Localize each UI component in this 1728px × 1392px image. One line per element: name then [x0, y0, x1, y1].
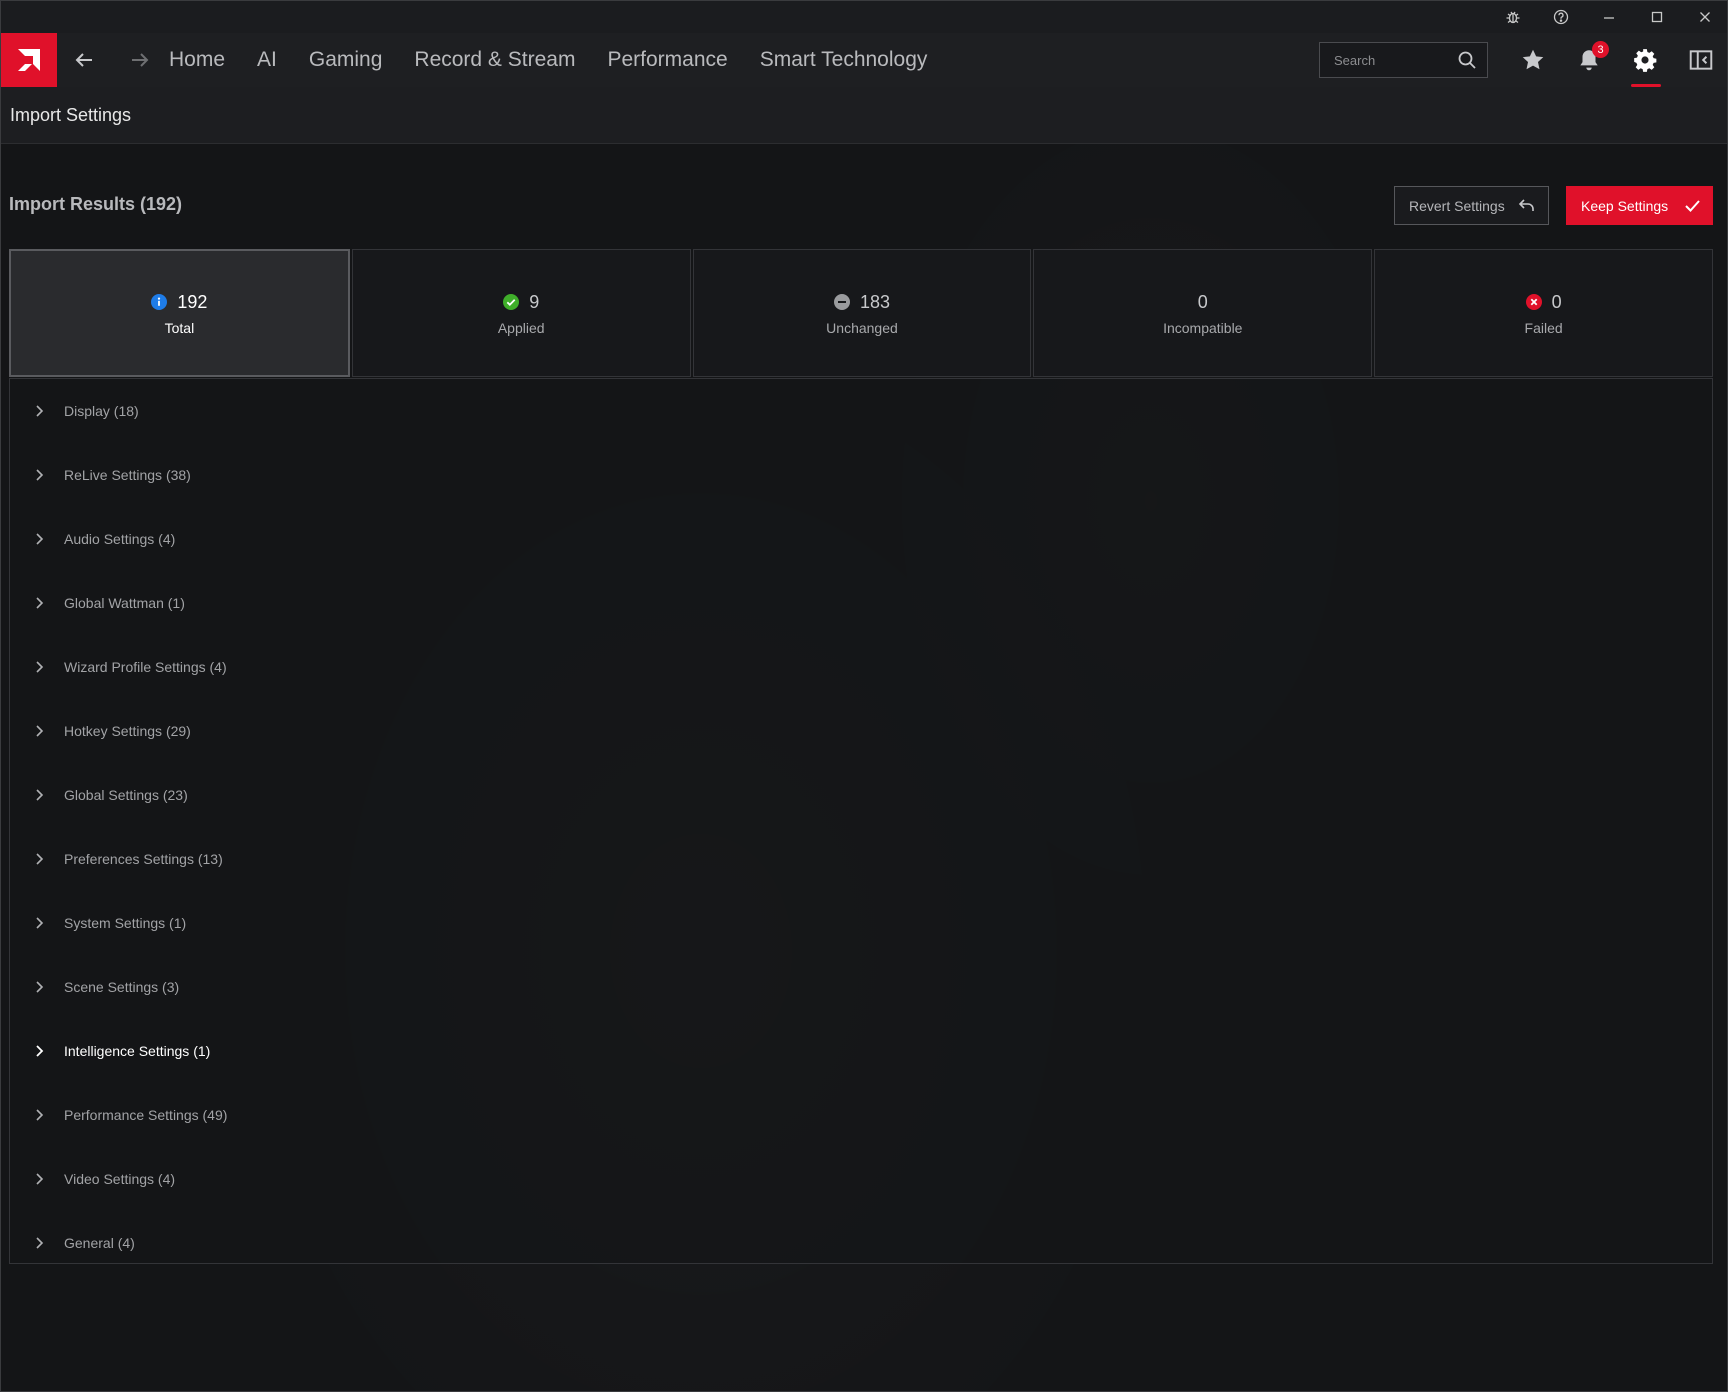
category-hotkey-settings[interactable]: Hotkey Settings (29): [10, 699, 1712, 763]
chevron-right-icon: [36, 1173, 44, 1185]
chevron-right-icon: [36, 725, 44, 737]
nav-record-stream[interactable]: Record & Stream: [414, 48, 575, 72]
category-label: Preferences Settings (13): [64, 851, 223, 867]
app-window: Home AI Gaming Record & Stream Performan…: [0, 0, 1728, 1392]
stat-label: Failed: [1524, 320, 1563, 336]
chevron-right-icon: [36, 1109, 44, 1121]
minus-circle-icon: [833, 294, 850, 310]
settings-gear-icon[interactable]: [1618, 33, 1672, 87]
close-icon[interactable]: [1681, 1, 1727, 33]
stat-applied-tile[interactable]: 9 Applied: [351, 249, 691, 377]
nav-home[interactable]: Home: [169, 48, 225, 72]
stat-value: 183: [859, 291, 891, 312]
info-icon: [151, 294, 168, 310]
category-label: General (4): [64, 1235, 135, 1251]
category-label: ReLive Settings (38): [64, 467, 191, 483]
back-arrow-icon[interactable]: [62, 33, 106, 87]
category-label: Global Settings (23): [64, 787, 188, 803]
category-label: Scene Settings (3): [64, 979, 180, 995]
chevron-right-icon: [36, 405, 44, 417]
search-input[interactable]: Search: [1319, 42, 1488, 78]
forward-arrow-icon[interactable]: [118, 33, 162, 87]
revert-settings-label: Revert Settings: [1409, 197, 1505, 214]
stat-value: 192: [177, 291, 208, 312]
keep-settings-label: Keep Settings: [1581, 197, 1669, 214]
category-scene-settings[interactable]: Scene Settings (3): [10, 955, 1712, 1019]
category-global-settings[interactable]: Global Settings (23): [10, 763, 1712, 827]
stat-label: Incompatible: [1163, 320, 1243, 336]
chevron-right-icon: [36, 661, 44, 673]
chevron-right-icon: [36, 853, 44, 865]
nav-ai[interactable]: AI: [257, 48, 277, 72]
stat-unchanged-tile[interactable]: 183 Unchanged: [692, 249, 1032, 377]
category-wizard-profile-settings[interactable]: Wizard Profile Settings (4): [10, 635, 1712, 699]
page-title: Import Settings: [10, 105, 132, 125]
import-results-title: Import Results (192): [9, 194, 183, 214]
chevron-right-icon: [36, 1045, 44, 1057]
category-label: Hotkey Settings (29): [64, 723, 191, 739]
stat-failed-tile[interactable]: 0 Failed: [1374, 249, 1713, 377]
category-video-settings[interactable]: Video Settings (4): [10, 1147, 1712, 1211]
notifications-bell-icon[interactable]: 3: [1562, 33, 1616, 87]
favorites-star-icon[interactable]: [1506, 33, 1560, 87]
help-icon[interactable]: [1537, 1, 1585, 33]
revert-settings-button[interactable]: Revert Settings: [1394, 186, 1549, 225]
search-icon: [1458, 51, 1476, 69]
category-intelligence-settings[interactable]: Intelligence Settings (1): [10, 1019, 1712, 1083]
category-label: Global Wattman (1): [64, 595, 185, 611]
nav-smart-technology[interactable]: Smart Technology: [760, 48, 928, 72]
stat-label: Total: [164, 320, 195, 336]
chevron-right-icon: [36, 469, 44, 481]
nav-performance[interactable]: Performance: [607, 48, 727, 72]
chevron-right-icon: [36, 597, 44, 609]
category-label: Intelligence Settings (1): [64, 1043, 211, 1059]
checkmark-icon: [1685, 200, 1700, 212]
nav-bar: Home AI Gaming Record & Stream Performan…: [1, 33, 1727, 87]
category-label: Audio Settings (4): [64, 531, 176, 547]
category-label: Performance Settings (49): [64, 1107, 228, 1123]
nav-gaming[interactable]: Gaming: [309, 48, 383, 72]
x-circle-icon: [1525, 294, 1542, 310]
category-performance-settings[interactable]: Performance Settings (49): [10, 1083, 1712, 1147]
undo-icon: [1518, 199, 1534, 211]
chevron-right-icon: [36, 981, 44, 993]
stat-label: Unchanged: [826, 320, 898, 336]
category-list: Display (18) ReLive Settings (38) Audio …: [9, 378, 1713, 1264]
keep-settings-button[interactable]: Keep Settings: [1566, 186, 1713, 225]
bug-report-icon[interactable]: [1489, 1, 1537, 33]
category-general[interactable]: General (4): [10, 1211, 1712, 1275]
chevron-right-icon: [36, 1237, 44, 1249]
check-circle-icon: [503, 294, 520, 310]
amd-logo-icon[interactable]: [1, 33, 57, 87]
category-label: Display (18): [64, 403, 139, 419]
category-label: Video Settings (4): [64, 1171, 176, 1187]
chevron-right-icon: [36, 917, 44, 929]
category-label: Wizard Profile Settings (4): [64, 659, 227, 675]
stat-label: Applied: [497, 320, 545, 336]
notification-badge: 3: [1592, 41, 1609, 58]
category-preferences-settings[interactable]: Preferences Settings (13): [10, 827, 1712, 891]
stat-total-tile[interactable]: 192 Total: [9, 249, 350, 377]
sidebar-toggle-icon[interactable]: [1674, 33, 1727, 87]
category-label: System Settings (1): [64, 915, 187, 931]
title-bar: [1, 1, 1727, 33]
nav-links: Home AI Gaming Record & Stream Performan…: [169, 33, 959, 87]
category-audio-settings[interactable]: Audio Settings (4): [10, 507, 1712, 571]
stat-tiles: 192 Total 9 Applied 183 Unchanged 0 Inco…: [9, 249, 1713, 377]
stat-incompatible-tile[interactable]: 0 Incompatible: [1033, 249, 1373, 377]
category-display[interactable]: Display (18): [10, 379, 1712, 443]
stat-value: 0: [1551, 291, 1562, 312]
category-system-settings[interactable]: System Settings (1): [10, 891, 1712, 955]
maximize-icon[interactable]: [1633, 1, 1681, 33]
stat-value: 0: [1197, 291, 1208, 312]
chevron-right-icon: [36, 789, 44, 801]
search-placeholder: Search: [1334, 52, 1376, 68]
chevron-right-icon: [36, 533, 44, 545]
page-header: Import Settings: [1, 87, 1727, 144]
minimize-icon[interactable]: [1585, 1, 1633, 33]
category-relive-settings[interactable]: ReLive Settings (38): [10, 443, 1712, 507]
category-global-wattman[interactable]: Global Wattman (1): [10, 571, 1712, 635]
stat-value: 9: [529, 291, 540, 312]
